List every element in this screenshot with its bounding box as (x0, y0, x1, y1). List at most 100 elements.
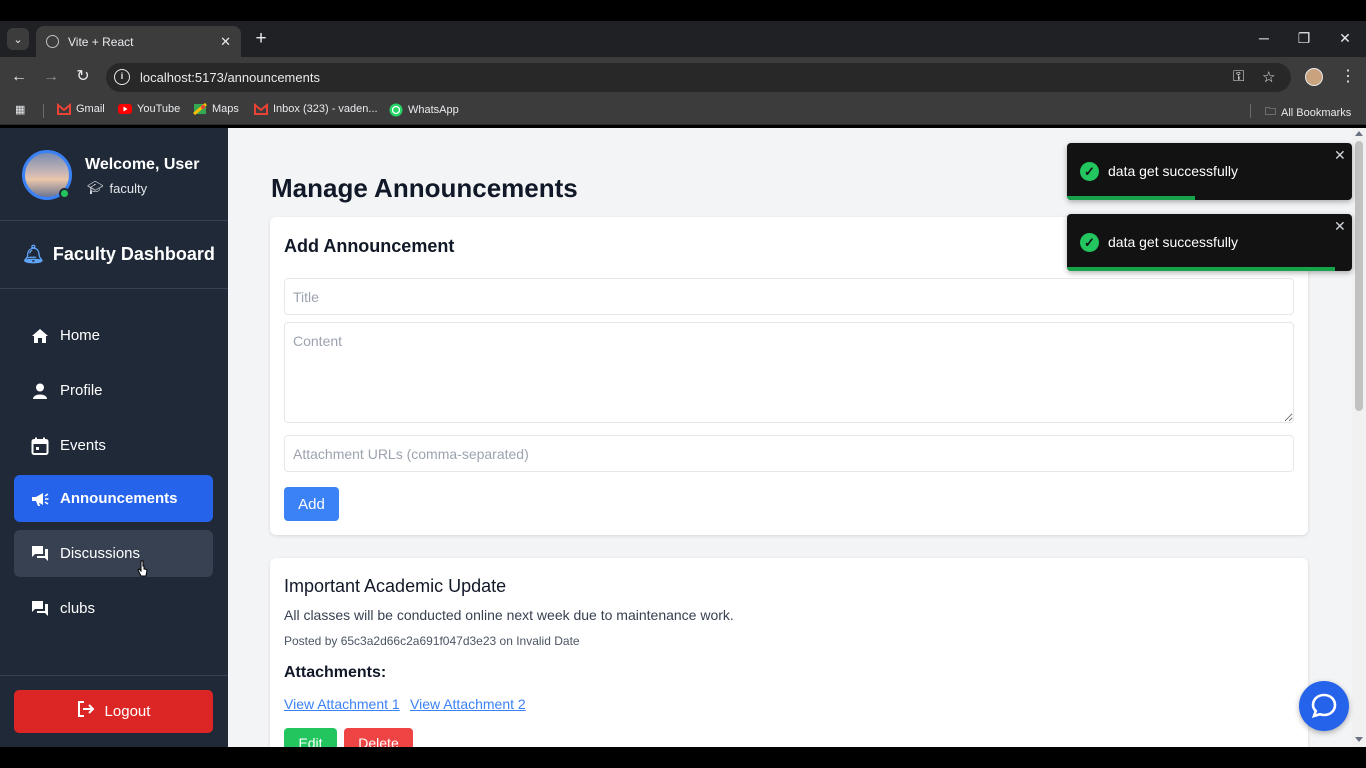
bookmarks-divider (1250, 104, 1251, 118)
close-window-button[interactable]: ✕ (1330, 27, 1360, 49)
password-key-icon[interactable]: ⚿ (1233, 68, 1244, 85)
gmail-icon (254, 103, 268, 115)
bookmark-label: YouTube (137, 103, 181, 115)
attachment-link-2[interactable]: View Attachment 2 (410, 696, 526, 712)
logout-button[interactable]: Logout (14, 690, 213, 733)
folder-icon: 🗀 (1265, 106, 1276, 118)
whatsapp-icon (389, 103, 403, 117)
toast-progress-bar (1067, 267, 1335, 271)
bookmark-label: Gmail (76, 103, 105, 115)
close-icon[interactable]: ✕ (1334, 218, 1346, 235)
welcome-text: Welcome, User (85, 156, 200, 173)
graduation-cap-icon: 🎓︎ (87, 180, 104, 195)
chat-icon (30, 544, 50, 564)
all-bookmarks[interactable]: 🗀 All Bookmarks (1265, 103, 1351, 122)
chat-icon (30, 599, 50, 619)
chat-bubble-icon (1311, 693, 1337, 719)
add-announcement-heading: Add Announcement (284, 236, 455, 256)
announcement-title: Important Academic Update (284, 576, 507, 596)
sidebar-item-announcements[interactable]: Announcements (14, 475, 213, 522)
user-role: 🎓︎ faculty (87, 180, 147, 196)
check-circle-icon: ✓ (1080, 233, 1099, 252)
browser-menu-icon[interactable]: ⋮ (1340, 66, 1356, 86)
screen: ⌄ Vite + React ✕ + ─ ❐ ✕ ← → ↻ i localho… (0, 0, 1366, 768)
new-tab-button[interactable]: + (251, 28, 271, 50)
announcement-meta: Posted by 65c3a2d66c2a691f047d3e23 on In… (284, 634, 580, 648)
bookmark-star-icon[interactable]: ☆ (1262, 68, 1275, 86)
user-profile-box: Welcome, User 🎓︎ faculty (0, 128, 228, 221)
tab-search-button[interactable]: ⌄ (7, 28, 29, 50)
scroll-up-arrow[interactable] (1355, 131, 1363, 136)
bookmark-whatsapp[interactable]: WhatsApp (389, 103, 459, 117)
bookmark-gmail[interactable]: Gmail (57, 103, 105, 115)
home-icon (30, 326, 50, 346)
all-bookmarks-label: All Bookmarks (1281, 106, 1352, 119)
sidebar-item-profile[interactable]: Profile (14, 367, 213, 414)
sidebar-item-label: Events (60, 437, 106, 454)
dashboard-title-text: Faculty Dashboard (52, 244, 215, 264)
apps-grid-icon[interactable]: ▦ (15, 103, 25, 116)
reload-button[interactable]: ↻ (72, 66, 94, 88)
url-text[interactable]: localhost:5173/announcements (140, 70, 320, 85)
sidebar-item-label: Home (60, 327, 101, 344)
attachments-heading: Attachments: (284, 664, 387, 681)
delete-button[interactable]: Delete (344, 728, 413, 747)
add-button[interactable]: Add (284, 487, 339, 521)
bookmark-inbox[interactable]: Inbox (323) - vaden... (254, 103, 378, 115)
maps-icon (193, 103, 207, 115)
toast-notification: ✓ data get successfully ✕ (1067, 214, 1352, 271)
page-title: Manage Announcements (271, 173, 578, 203)
scroll-thumb[interactable] (1355, 141, 1363, 411)
attachment-urls-input[interactable] (284, 435, 1294, 472)
toast-notification: ✓ data get successfully ✕ (1067, 143, 1352, 200)
sidebar-item-label: clubs (60, 600, 96, 617)
page-scrollbar[interactable] (1352, 128, 1366, 747)
close-tab-icon[interactable]: ✕ (220, 34, 231, 50)
scroll-down-arrow[interactable] (1355, 737, 1363, 742)
browser-tab[interactable]: Vite + React ✕ (36, 26, 241, 57)
sidebar-item-home[interactable]: Home (14, 312, 213, 359)
sidebar-item-clubs[interactable]: clubs (14, 585, 213, 632)
back-button[interactable]: ← (8, 66, 30, 88)
toast-progress-bar (1067, 196, 1196, 200)
sidebar: Welcome, User 🎓︎ faculty 🔔︎ Faculty Dash… (0, 128, 228, 747)
bookmark-label: Maps (212, 103, 239, 115)
toast-message: data get successfully (1108, 234, 1238, 250)
mouse-cursor-icon (137, 560, 148, 577)
content-textarea[interactable] (284, 322, 1294, 423)
title-input[interactable] (284, 278, 1294, 315)
bookmark-youtube[interactable]: YouTube (118, 103, 180, 115)
chevron-down-icon: ⌄ (13, 33, 23, 46)
toast-message: data get successfully (1108, 163, 1238, 179)
check-circle-icon: ✓ (1080, 162, 1099, 181)
sidebar-item-events[interactable]: Events (14, 422, 213, 469)
dashboard-title: 🔔︎ Faculty Dashboard (0, 221, 228, 289)
edit-button[interactable]: Edit (284, 728, 337, 747)
bookmarks-divider (43, 104, 44, 118)
close-icon[interactable]: ✕ (1334, 147, 1346, 164)
bookmark-label: WhatsApp (408, 104, 459, 116)
sidebar-item-label: Discussions (60, 545, 141, 562)
bookmark-maps[interactable]: Maps (193, 103, 239, 115)
forward-button[interactable]: → (40, 66, 62, 88)
restore-button[interactable]: ❐ (1289, 27, 1319, 49)
megaphone-icon (30, 489, 50, 509)
minimize-button[interactable]: ─ (1249, 27, 1279, 49)
sidebar-item-label: Profile (60, 382, 103, 399)
bookmark-label: Inbox (323) - vaden... (273, 103, 378, 115)
globe-icon (46, 35, 59, 48)
site-info-icon[interactable]: i (114, 69, 130, 85)
calendar-icon (30, 436, 50, 456)
role-label: faculty (109, 180, 148, 196)
profile-avatar-button[interactable] (1305, 68, 1323, 86)
sidebar-item-discussions[interactable]: Discussions (14, 530, 213, 577)
announcement-card: Important Academic Update All classes wi… (270, 558, 1308, 747)
attachment-link-1[interactable]: View Attachment 1 (284, 696, 400, 712)
online-status-dot (59, 188, 70, 199)
tab-title: Vite + React (68, 34, 134, 49)
user-icon (30, 381, 50, 401)
logout-icon (77, 700, 95, 723)
chat-button[interactable] (1299, 681, 1349, 731)
logout-label: Logout (104, 703, 151, 720)
announcement-content: All classes will be conducted online nex… (284, 607, 734, 623)
